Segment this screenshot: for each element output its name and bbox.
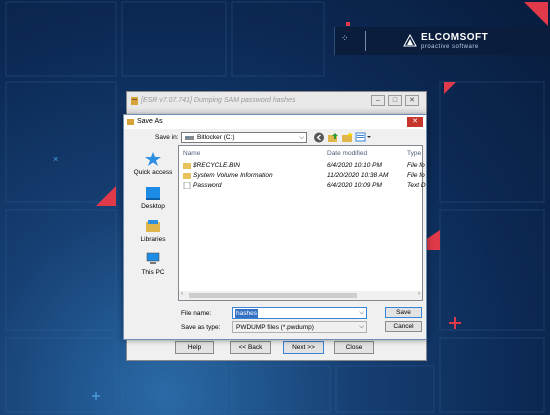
chevron-down-icon[interactable]: ⌵ [359, 309, 364, 317]
wizard-button-row: Help << Back Next >> Close [127, 341, 426, 359]
file-type: File fo [407, 162, 425, 169]
save-as-type-value: PWDUMP files (*.pwdump) [236, 324, 314, 331]
place-this-pc[interactable]: This PC [132, 252, 174, 276]
brand-divider [365, 31, 366, 51]
wizard-title: [ESR v7.07.741] Dumping SAM password has… [141, 97, 296, 104]
dialog-app-icon [127, 119, 134, 125]
maximize-button[interactable]: □ [388, 95, 402, 106]
place-label: Libraries [140, 236, 166, 243]
save-in-label: Save in: [155, 134, 179, 141]
column-name[interactable]: Name [183, 150, 200, 157]
computer-icon [146, 252, 160, 264]
back-button[interactable]: << Back [230, 341, 271, 354]
file-type: File fo [407, 172, 425, 179]
file-name-input[interactable]: hashes ⌵ [232, 307, 367, 319]
new-folder-icon[interactable] [341, 132, 353, 143]
file-row[interactable]: Password 6/4/2020 10:09 PM Text D [179, 181, 426, 191]
horizontal-scrollbar[interactable]: ‹ › [179, 291, 422, 300]
folder-icon [183, 163, 191, 169]
scroll-thumb[interactable] [189, 293, 357, 298]
star-icon [145, 152, 161, 166]
place-quick-access[interactable]: Quick access [132, 152, 174, 176]
scroll-left-icon[interactable]: ‹ [181, 291, 183, 297]
column-type[interactable]: Type [407, 150, 421, 157]
brand-name: ELCOMSOFT [421, 32, 489, 43]
file-name: $RECYCLE.BIN [193, 162, 240, 169]
file-name: Password [193, 182, 222, 189]
scroll-right-icon[interactable]: › [418, 291, 420, 297]
drive-icon [185, 136, 194, 140]
file-date: 11/20/2020 10:38 AM [327, 172, 389, 179]
minimize-button[interactable]: – [371, 95, 385, 106]
save-button[interactable]: Save [385, 307, 422, 318]
cancel-button[interactable]: Cancel [385, 321, 422, 332]
file-list[interactable]: Name Date modified Type $RECYCLE.BIN 6/4… [178, 145, 426, 301]
next-button[interactable]: Next >> [283, 341, 324, 354]
save-in-dropdown[interactable]: Bitlocker (C:) ⌵ [181, 132, 307, 143]
save-in-value: Bitlocker (C:) [197, 134, 235, 141]
place-libraries[interactable]: Libraries [132, 219, 174, 243]
save-as-dialog: Save As ✕ Save in: Bitlocker (C:) ⌵ Quic… [123, 114, 427, 340]
save-as-type-label: Save as type: [181, 324, 221, 331]
file-name-label: File name: [181, 310, 212, 317]
file-type: Text D [407, 182, 426, 189]
dialog-titlebar[interactable]: Save As ✕ [124, 115, 426, 129]
svg-text:×: × [53, 154, 58, 164]
folder-icon [183, 173, 191, 179]
file-name: System Volume Information [193, 172, 273, 179]
desktop-icon [146, 187, 160, 200]
place-label: Quick access [133, 169, 173, 176]
app-icon [131, 97, 138, 105]
back-arrow-icon[interactable] [313, 132, 325, 143]
place-desktop[interactable]: Desktop [132, 186, 174, 210]
file-row[interactable]: $RECYCLE.BIN 6/4/2020 10:10 PM File fo [179, 161, 425, 171]
chevron-down-icon: ⌵ [299, 134, 304, 141]
elcomsoft-logo-icon [403, 34, 417, 47]
file-row[interactable]: System Volume Information 11/20/2020 10:… [179, 171, 425, 181]
window-close-button[interactable]: ✕ [405, 95, 419, 106]
libraries-icon [146, 220, 160, 232]
text-file-icon [183, 182, 191, 189]
places-bar: Quick access Desktop Libraries This PC [132, 146, 174, 306]
help-button[interactable]: Help [175, 341, 214, 354]
dialog-title: Save As [137, 118, 163, 125]
brand-tagline: proactive software [421, 44, 479, 50]
view-menu-icon[interactable] [355, 132, 371, 143]
file-name-value: hashes [235, 309, 258, 318]
file-date: 6/4/2020 10:10 PM [327, 162, 382, 169]
place-label: This PC [141, 269, 165, 276]
dialog-close-button[interactable]: ✕ [407, 117, 423, 127]
column-date-modified[interactable]: Date modified [327, 150, 367, 157]
brand-bar: ⁘ ELCOMSOFT proactive software [334, 27, 550, 55]
close-button[interactable]: Close [334, 341, 374, 354]
dots-icon: ⁘ [341, 33, 350, 43]
wizard-titlebar[interactable]: [ESR v7.07.741] Dumping SAM password has… [127, 92, 426, 111]
up-folder-icon[interactable] [327, 132, 339, 143]
save-as-type-select[interactable]: PWDUMP files (*.pwdump) ⌵ [232, 321, 367, 333]
chevron-down-icon: ⌵ [359, 323, 364, 330]
place-label: Desktop [141, 203, 165, 210]
file-date: 6/4/2020 10:09 PM [327, 182, 382, 189]
